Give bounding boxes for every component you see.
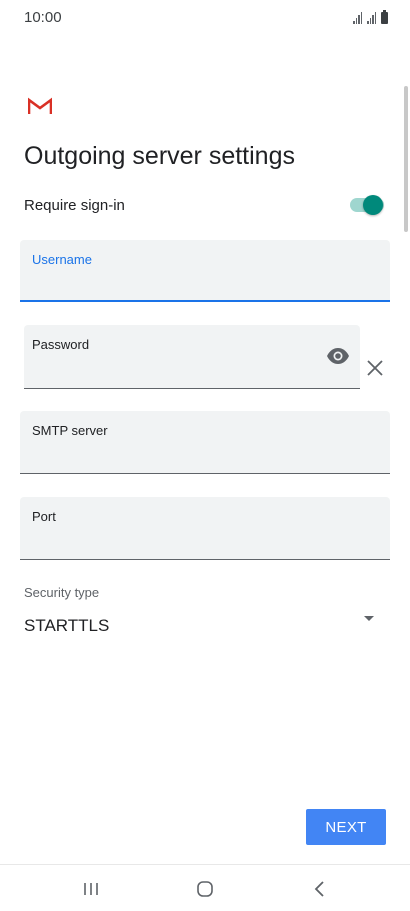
navigation-bar xyxy=(0,864,410,911)
username-label: Username xyxy=(32,252,92,267)
gmail-icon xyxy=(28,97,52,114)
clear-password-icon[interactable] xyxy=(366,359,384,377)
status-icons xyxy=(353,10,388,24)
security-type-label: Security type xyxy=(24,585,100,600)
status-time: 10:00 xyxy=(24,9,62,26)
show-password-icon[interactable] xyxy=(326,347,350,365)
security-type-value: STARTTLS xyxy=(24,616,110,635)
scrollbar[interactable] xyxy=(404,86,408,232)
username-input[interactable] xyxy=(32,272,378,292)
password-label: Password xyxy=(32,337,90,352)
password-input[interactable] xyxy=(32,360,316,380)
require-signin-label: Require sign-in xyxy=(24,197,125,214)
smtp-server-field[interactable]: SMTP server xyxy=(20,411,390,474)
page-title: Outgoing server settings xyxy=(24,142,295,170)
home-icon[interactable] xyxy=(193,877,217,901)
port-field[interactable]: Port xyxy=(20,497,390,560)
password-field[interactable]: Password xyxy=(24,325,360,389)
port-label: Port xyxy=(32,509,56,524)
screen: 10:00 Outgoing server settings Require s… xyxy=(0,0,410,911)
smtp-server-label: SMTP server xyxy=(32,423,108,438)
recents-icon[interactable] xyxy=(79,877,103,901)
require-signin-toggle[interactable] xyxy=(350,195,384,215)
battery-icon xyxy=(381,10,388,24)
next-button[interactable]: NEXT xyxy=(306,809,386,845)
status-bar: 10:00 xyxy=(0,0,410,36)
signal-icon-2 xyxy=(367,12,376,24)
signal-icon xyxy=(353,12,362,24)
back-icon[interactable] xyxy=(308,877,332,901)
smtp-server-input[interactable] xyxy=(32,445,378,465)
port-input[interactable] xyxy=(32,531,378,551)
username-field[interactable]: Username xyxy=(20,240,390,302)
dropdown-arrow-icon[interactable] xyxy=(364,616,374,621)
toggle-thumb xyxy=(363,195,383,215)
